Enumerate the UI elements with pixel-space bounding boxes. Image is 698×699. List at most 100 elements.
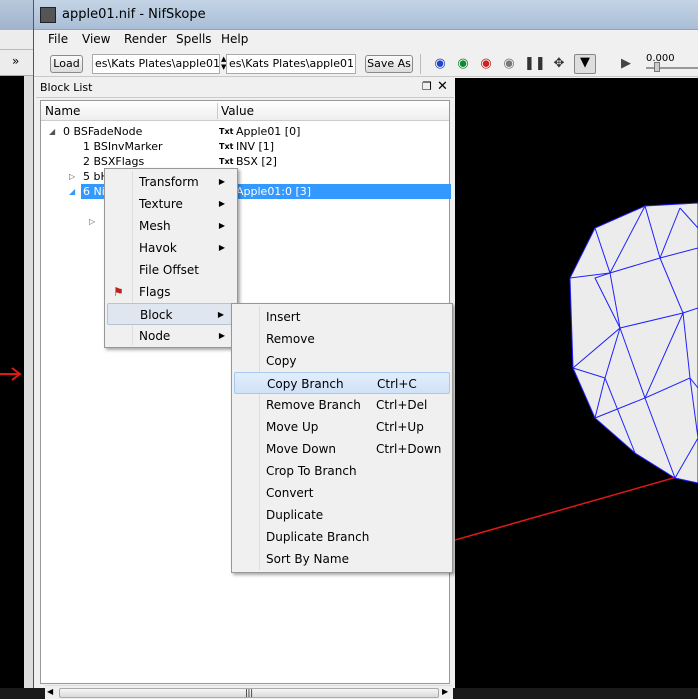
background-window-titlebar[interactable] [0,0,34,30]
background-window-toolbar: » [0,50,34,76]
block-submenu: Insert Remove Copy Copy Branch Ctrl+C Re… [231,303,453,573]
tree-row-selected[interactable]: ◢ 6 Ni Apple01:0 [3] [41,184,451,199]
menu-item-label: Node [139,329,171,343]
scrollbar-thumb[interactable]: ||| [59,688,439,698]
load-path-input[interactable]: es\Kats Plates\apple01.nif [92,54,220,74]
eye-blue-icon[interactable]: ◉ [432,56,448,72]
menu-render[interactable]: Render [120,32,171,46]
menu-file[interactable]: File [44,32,72,46]
row-name: 6 Ni [83,185,105,198]
collapsed-arrow-icon[interactable]: ▷ [69,169,75,184]
submenu-item-move-up[interactable]: Move Up Ctrl+Up [234,416,450,438]
txt-tag: Txt [219,127,234,136]
menu-item-label: Convert [266,486,314,500]
save-path-input[interactable]: es\Kats Plates\apple01.nif [226,54,356,74]
txt-tag: Txt [219,157,234,166]
submenu-item-remove[interactable]: Remove [234,328,450,350]
flag-icon: ⚑ [113,285,124,299]
eye-gray-icon[interactable]: ◉ [501,56,517,72]
menu-view[interactable]: View [78,32,114,46]
submenu-item-copy[interactable]: Copy [234,350,450,372]
submenu-arrow-icon: ▶ [218,221,225,230]
titlebar[interactable]: apple01.nif - NifSkope [34,0,698,30]
collapsed-arrow-icon[interactable]: ▷ [89,214,95,229]
tree-row[interactable]: 2 BSXFlags Txt BSX [2] [41,154,449,169]
submenu-item-duplicate[interactable]: Duplicate [234,504,450,526]
menu-item-label: Sort By Name [266,552,349,566]
menu-item-label: Texture [139,197,183,211]
menu-item-label: Crop To Branch [266,464,357,478]
menu-item-block[interactable]: Block ▶ [107,303,235,325]
menu-item-label: Flags [139,285,171,299]
submenu-item-remove-branch[interactable]: Remove Branch Ctrl+Del [234,394,450,416]
menu-item-node[interactable]: Node ▶ [107,325,235,347]
submenu-item-crop-to-branch[interactable]: Crop To Branch [234,460,450,482]
menu-item-label: Remove Branch [266,398,361,412]
menu-item-flags[interactable]: ⚑ Flags [107,281,235,303]
menu-item-texture[interactable]: Texture ▶ [107,193,235,215]
menubar: File View Render Spells Help [34,30,698,50]
horizontal-scrollbar[interactable]: ◀ ||| ▶ [45,685,453,699]
submenu-item-insert[interactable]: Insert [234,306,450,328]
menu-item-label: Move Down [266,442,336,456]
expanded-arrow-icon[interactable]: ◢ [69,184,75,199]
load-button[interactable]: Load [50,55,83,73]
tree-row[interactable]: 1 BSInvMarker Txt INV [1] [41,139,449,154]
submenu-item-duplicate-branch[interactable]: Duplicate Branch [234,526,450,548]
menu-item-label: Duplicate Branch [266,530,370,544]
submenu-item-move-down[interactable]: Move Down Ctrl+Down [234,438,450,460]
menu-item-label: Remove [266,332,315,346]
submenu-item-convert[interactable]: Convert [234,482,450,504]
menu-item-label: File Offset [139,263,199,277]
eye-red-icon[interactable]: ◉ [478,56,494,72]
background-window-menubar [0,30,34,50]
dock-title: Block List [40,81,93,94]
submenu-item-sort-by-name[interactable]: Sort By Name [234,548,450,570]
scroll-left-icon[interactable]: ◀ [47,687,53,696]
tree-row[interactable]: ▷ [41,214,449,229]
menu-spells[interactable]: Spells [172,32,216,46]
submenu-item-copy-branch[interactable]: Copy Branch Ctrl+C [234,372,450,394]
render-viewport[interactable] [455,78,698,688]
footprints-icon[interactable]: ❚❚ [524,56,546,72]
background-window: » [0,0,34,688]
menu-item-mesh[interactable]: Mesh ▶ [107,215,235,237]
row-value: BSX [2] [236,155,277,168]
menu-help[interactable]: Help [217,32,252,46]
submenu-arrow-icon: ▶ [218,331,225,340]
submenu-arrow-icon: ▶ [217,310,224,319]
save-as-button[interactable]: Save As [365,55,413,73]
submenu-arrow-icon: ▶ [218,199,225,208]
menu-item-label: Move Up [266,420,319,434]
menu-item-label: Havok [139,241,177,255]
row-name: 1 BSInvMarker [83,140,163,153]
menu-item-transform[interactable]: Transform ▶ [107,171,235,193]
scroll-right-icon[interactable]: ▶ [442,687,448,696]
context-menu: Transform ▶ Texture ▶ Mesh ▶ Havok ▶ Fil… [104,168,238,348]
menu-item-file-offset[interactable]: File Offset [107,259,235,281]
ground-plane-icon[interactable]: ▼ [574,54,596,74]
dock-float-icon[interactable]: ❐ [422,80,432,93]
tree-row[interactable]: ◢ 0 BSFadeNode Txt Apple01 [0] [41,124,449,139]
expanded-arrow-icon[interactable]: ◢ [49,124,55,139]
dock-close-icon[interactable]: ✕ [437,79,448,94]
column-value-header[interactable]: Value [221,104,254,118]
apple-wireframe-mesh [455,202,698,541]
app-icon [40,7,56,23]
play-icon[interactable]: ▶ [618,56,634,72]
axis-move-icon[interactable]: ✥ [551,56,567,72]
row-value: INV [1] [236,140,275,153]
eye-green-icon[interactable]: ◉ [455,56,471,72]
row-name: 0 BSFadeNode [63,125,143,138]
tree-header: Name Value [41,101,449,121]
menu-item-label: Transform [139,175,199,189]
red-arrow-graphic [0,367,22,381]
tree-row[interactable]: ▷ 5 bH [41,169,449,184]
menu-item-havok[interactable]: Havok ▶ [107,237,235,259]
column-name-header[interactable]: Name [45,104,80,118]
menu-item-shortcut: Ctrl+Down [376,442,442,456]
column-separator[interactable] [217,103,218,119]
dock-header: Block List ❐ ✕ [36,78,454,98]
toolbar-overflow-chevron[interactable]: » [12,54,19,68]
menu-item-label: Block [140,308,173,322]
